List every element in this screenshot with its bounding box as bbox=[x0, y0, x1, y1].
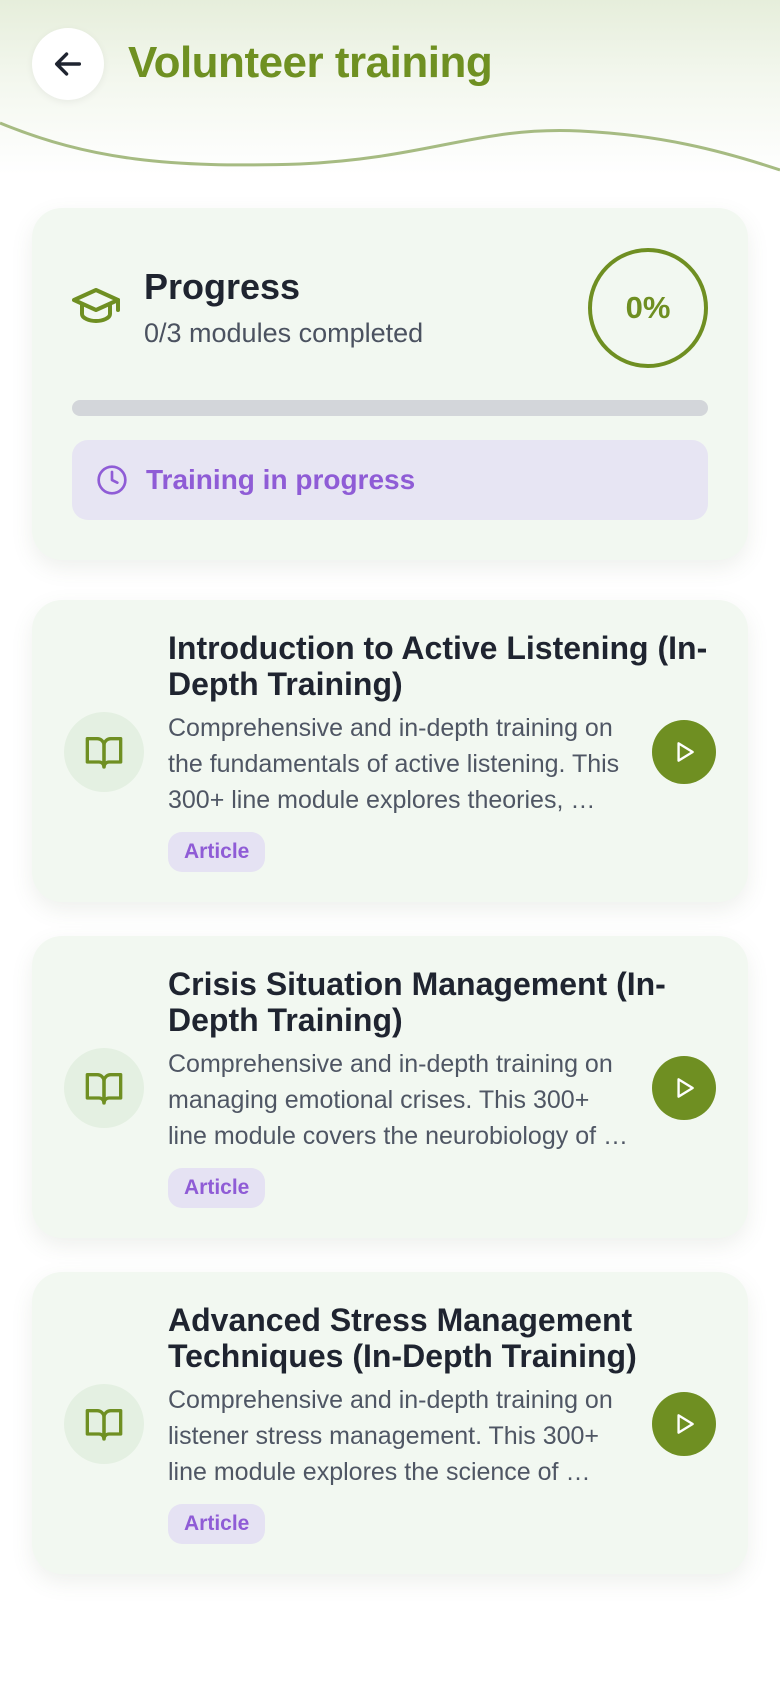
status-banner: Training in progress bbox=[72, 440, 708, 520]
play-icon bbox=[677, 1078, 694, 1098]
module-type-badge: Article bbox=[168, 832, 266, 872]
module-title: Advanced Stress Management Techniques (I… bbox=[168, 1302, 637, 1374]
module-type-badge: Article bbox=[168, 1168, 266, 1208]
progress-bar bbox=[72, 400, 708, 416]
clock-icon bbox=[97, 465, 127, 495]
module-card[interactable]: Introduction to Active Listening (In-Dep… bbox=[32, 600, 748, 902]
module-description-line: Comprehensive and in-depth training on bbox=[168, 714, 613, 742]
status-text: Training in progress bbox=[146, 464, 416, 495]
module-card[interactable]: Crisis Situation Management (In-Depth Tr… bbox=[32, 936, 748, 1238]
module-description-line: Comprehensive and in-depth training on bbox=[168, 1050, 613, 1078]
play-icon bbox=[677, 1414, 694, 1434]
back-button[interactable] bbox=[32, 28, 104, 100]
progress-percent: 0% bbox=[625, 290, 671, 325]
module-card[interactable]: Advanced Stress Management Techniques (I… bbox=[32, 1272, 748, 1574]
book-open-icon bbox=[85, 1073, 123, 1105]
progress-title: Progress bbox=[144, 266, 301, 307]
module-description: Comprehensive and in-depth training on t… bbox=[168, 710, 688, 818]
module-description-line: listener stress management. This 300+ bbox=[168, 1422, 600, 1450]
module-description-line: the fundamentals of active listening. Th… bbox=[168, 750, 620, 778]
module-description: Comprehensive and in-depth training on m… bbox=[168, 1046, 688, 1154]
progress-subtitle: 0/3 modules completed bbox=[144, 318, 424, 348]
book-open-icon bbox=[85, 737, 123, 769]
play-button[interactable] bbox=[652, 1056, 716, 1120]
progress-card: Progress 0/3 modules completed 0% Traini… bbox=[32, 208, 748, 560]
module-description-line: Comprehensive and in-depth training on bbox=[168, 1386, 613, 1414]
play-icon bbox=[677, 742, 694, 762]
progress-ring: 0% bbox=[588, 248, 708, 368]
module-title: Introduction to Active Listening (In-Dep… bbox=[168, 630, 708, 702]
play-button[interactable] bbox=[652, 1392, 716, 1456]
module-icon-badge bbox=[64, 1048, 144, 1128]
page-title: Volunteer training bbox=[128, 38, 493, 87]
module-description-line: line module covers the neurobiology of … bbox=[168, 1122, 628, 1150]
module-icon-badge bbox=[64, 712, 144, 792]
module-title: Crisis Situation Management (In-Depth Tr… bbox=[168, 966, 666, 1038]
module-icon-badge bbox=[64, 1384, 144, 1464]
module-description-line: 300+ line module explores theories, … bbox=[168, 786, 596, 814]
module-description: Comprehensive and in-depth training on l… bbox=[168, 1382, 688, 1490]
book-open-icon bbox=[85, 1409, 123, 1441]
play-button[interactable] bbox=[652, 720, 716, 784]
graduation-cap-icon bbox=[72, 288, 120, 323]
module-description-line: managing emotional crises. This 300+ bbox=[168, 1086, 590, 1114]
arrow-left-icon bbox=[54, 52, 82, 76]
header: Volunteer training bbox=[0, 0, 780, 175]
module-type-badge: Article bbox=[168, 1504, 266, 1544]
module-description-line: line module explores the science of … bbox=[168, 1458, 591, 1486]
